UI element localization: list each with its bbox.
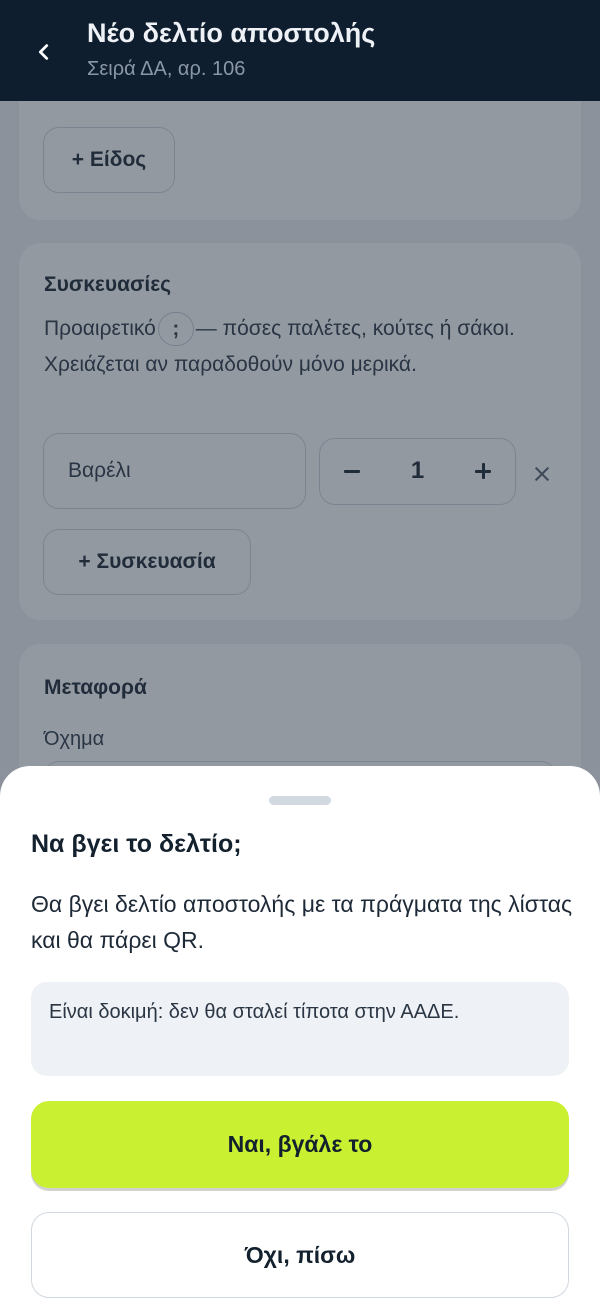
dialog-title: Να βγει το δελτίο; bbox=[31, 830, 242, 858]
back-button[interactable] bbox=[22, 30, 66, 74]
sheet-handle[interactable] bbox=[269, 796, 331, 805]
page-title: Νέο δελτίο αποστολής bbox=[87, 18, 376, 48]
app-header: Νέο δελτίο αποστολής Σειρά ΔΑ, αρ. 106 bbox=[0, 0, 600, 101]
test-mode-note: Είναι δοκιμή: δεν θα σταλεί τίποτα στην … bbox=[31, 982, 569, 1076]
page-subtitle: Σειρά ΔΑ, αρ. 106 bbox=[87, 58, 246, 80]
confirm-button[interactable]: Ναι, βγάλε το bbox=[31, 1101, 569, 1188]
chevron-left-icon bbox=[38, 44, 49, 60]
cancel-button[interactable]: Όχι, πίσω bbox=[31, 1212, 569, 1298]
confirm-bottom-sheet: Να βγει το δελτίο; Θα βγει δελτίο αποστο… bbox=[0, 766, 600, 1298]
dialog-body: Θα βγει δελτίο αποστολής με τα πράγματα … bbox=[31, 891, 573, 953]
